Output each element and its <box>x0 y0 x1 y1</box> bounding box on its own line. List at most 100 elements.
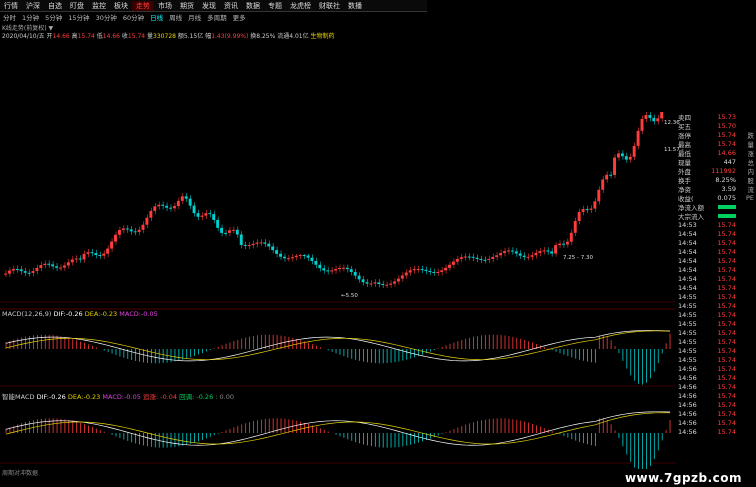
candle-body <box>389 283 393 285</box>
candle-body <box>282 256 286 259</box>
candle-body <box>117 230 121 235</box>
candle-body <box>106 248 110 254</box>
candle-body <box>129 229 133 232</box>
tick-price: 15.74 <box>717 229 736 238</box>
candle-body <box>220 227 224 233</box>
tick-time: 14:54 <box>678 256 697 265</box>
candle-body <box>432 271 436 273</box>
candle-body <box>373 282 377 284</box>
candle-body <box>573 221 577 233</box>
tick-price: 15.74 <box>717 355 736 364</box>
tick-time: 14:56 <box>678 382 697 391</box>
candle-body <box>141 224 145 230</box>
candle-body <box>188 198 192 206</box>
tick-time: 14:56 <box>678 418 697 427</box>
macd1-macd-label: MACD: <box>119 310 141 318</box>
candle-body <box>318 264 322 269</box>
candle-body <box>546 250 550 252</box>
tick-price: 15.74 <box>717 292 736 301</box>
panel-value: 8.25% <box>715 175 736 184</box>
candle-body <box>294 255 298 258</box>
candle-body <box>412 269 416 271</box>
candle-body <box>601 179 605 190</box>
tick-row: 14:55 15.74 <box>676 337 756 346</box>
candle-body <box>78 258 82 260</box>
tick-time: 14:54 <box>678 247 697 256</box>
macd2-x2: 回调: -0.26 <box>179 393 214 401</box>
candle-body <box>585 209 589 211</box>
candle-body <box>161 204 165 206</box>
candle-body <box>444 267 448 271</box>
macd1-dea: -0.23 <box>100 310 118 318</box>
candle-body <box>149 210 153 218</box>
tick-price: 15.74 <box>717 283 736 292</box>
candle-body <box>121 228 125 231</box>
macd1-dif: -0.26 <box>65 310 83 318</box>
candle-body <box>483 259 487 261</box>
candle-body <box>31 271 35 273</box>
candle-body <box>172 206 176 209</box>
tick-row: 14:54 15.74 <box>676 265 756 274</box>
candle-body <box>326 270 330 272</box>
tick-row: 14:56 15.74 <box>676 382 756 391</box>
tick-row: 14:54 15.74 <box>676 238 756 247</box>
candle-body <box>263 242 267 244</box>
candle-body <box>114 234 117 242</box>
quote-panel: 卖四 15.73 买五 15.70 涨停 15.74 跌最高 15.74 量最低 14.66 涨现量… <box>676 112 756 436</box>
candle-body <box>275 250 279 254</box>
candle-body <box>628 156 632 160</box>
tick-time: 14:53 <box>678 220 697 229</box>
candle-body <box>98 255 102 257</box>
candle-body <box>133 231 137 233</box>
tick-row: 14:56 15.74 <box>676 364 756 373</box>
tick-price: 15.74 <box>717 400 736 409</box>
macd1-name: MACD(12,26,9) <box>2 310 52 318</box>
tick-row: 14:55 15.74 <box>676 292 756 301</box>
panel-value: 111992 <box>711 166 736 175</box>
tick-price: 15.74 <box>717 265 736 274</box>
panel-value: 15.74 <box>717 139 736 148</box>
dea-line <box>5 412 671 445</box>
candle-body <box>408 270 412 273</box>
candle-body <box>593 201 597 209</box>
candle-body <box>597 189 601 202</box>
candle-body <box>569 232 573 242</box>
candle-body <box>644 115 648 119</box>
candle-body <box>200 215 204 217</box>
candle-body <box>616 153 620 158</box>
panel-value <box>706 203 736 211</box>
candle-body <box>82 253 86 260</box>
tick-price: 15.74 <box>717 328 736 337</box>
macd2-x1: 追涨: -0.04 <box>142 393 178 401</box>
candle-body <box>271 246 275 251</box>
tick-row: 14:55 15.74 <box>676 328 756 337</box>
candle-body <box>475 257 479 259</box>
tick-time: 14:54 <box>678 274 697 283</box>
candle-body <box>605 174 609 180</box>
candle-body <box>59 267 62 269</box>
panel-unit: PE <box>745 193 754 202</box>
tick-row: 14:56 15.74 <box>676 418 756 427</box>
tick-row: 14:55 15.74 <box>676 301 756 310</box>
candle-body <box>86 252 90 254</box>
tick-time: 14:56 <box>678 373 697 382</box>
candle-body <box>522 255 526 257</box>
candle-body <box>499 253 503 256</box>
panel-row: 大宗流入 <box>676 211 756 221</box>
candle-body <box>636 130 640 146</box>
candle-body <box>165 205 169 208</box>
tick-time: 14:55 <box>678 310 697 319</box>
macd2-macd: -0.05 <box>124 393 141 401</box>
candle-body <box>251 243 255 246</box>
tick-price: 15.74 <box>717 427 736 436</box>
tick-row: 14:55 15.74 <box>676 310 756 319</box>
candle-body <box>94 253 98 256</box>
macd1-dif-label: DIF: <box>53 310 66 318</box>
macd2-x3: : 0.00 <box>215 393 235 401</box>
tick-price: 15.74 <box>717 337 736 346</box>
candle-body <box>157 204 161 207</box>
candle-body <box>310 257 314 261</box>
candle-body <box>306 255 310 258</box>
tick-price: 15.74 <box>717 220 736 229</box>
candle-body <box>400 275 404 279</box>
